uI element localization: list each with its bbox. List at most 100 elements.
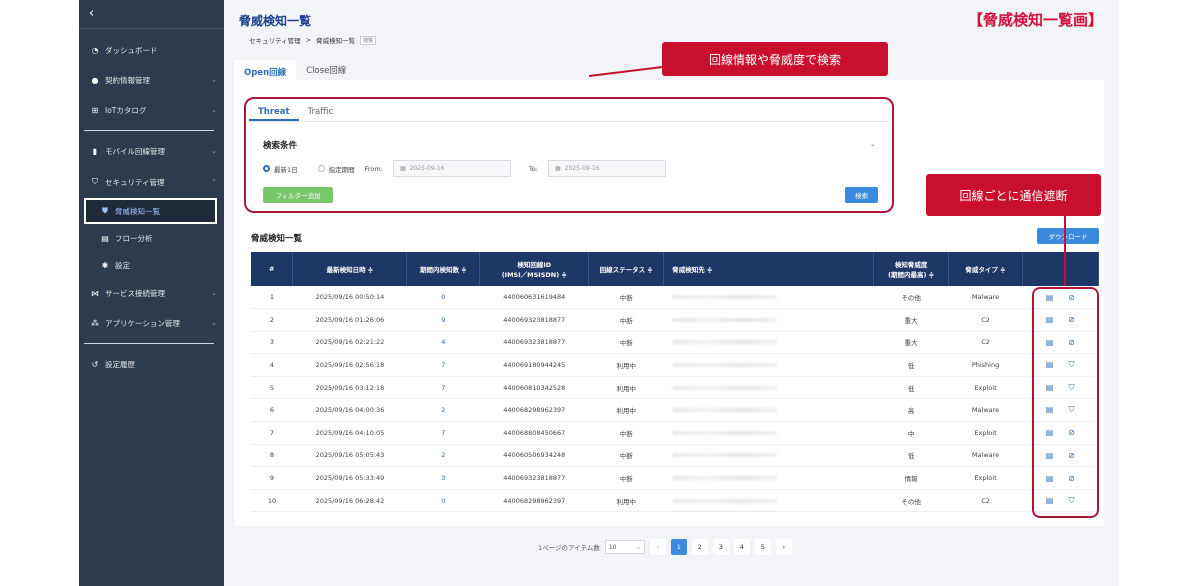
threat-level: 中: [873, 421, 949, 445]
sidebar-item-service-connection[interactable]: ⋈ サービス接続管理 ⌄: [89, 284, 217, 302]
latest-detected-time: 2025/09/16 05:33:49: [292, 466, 407, 490]
collapse-sidebar-button[interactable]: ‹: [89, 6, 94, 21]
shield-icon: ⛉: [92, 177, 98, 186]
detection-count-link[interactable]: 3: [441, 474, 445, 482]
col-header[interactable]: 最新検知日時 ≑: [292, 252, 408, 286]
callout-pointer: [1064, 214, 1066, 286]
line-id: 440069323818877: [479, 331, 589, 355]
sidebar-item-iot-catalog[interactable]: ⊞ IoTカタログ ⌄: [89, 101, 217, 119]
detection-count: 7: [406, 353, 480, 377]
redacted-destination: [671, 476, 777, 481]
page-button-4[interactable]: 4: [733, 539, 750, 555]
line-id: 440069323818877: [479, 466, 589, 490]
line-id: 440069323818877: [479, 308, 589, 332]
download-button[interactable]: ダウンロード: [1037, 228, 1099, 244]
document-icon: ▤: [101, 233, 109, 243]
sidebar-item-label: ダッシュボード: [105, 45, 158, 55]
table-row: 3 2025/09/16 02:21:22 4 440069323818877 中断 重大…: [251, 331, 1099, 355]
breadcrumb-item: 脅威検知一覧: [316, 37, 356, 45]
annotation-title: 【脅威検知一覧画】: [967, 11, 1103, 29]
threat-type: Exploit: [948, 376, 1023, 400]
detection-count: 9: [406, 308, 480, 332]
latest-detected-time: 2025/09/16 00:50:14: [292, 286, 407, 310]
detection-count-link[interactable]: 7: [441, 384, 445, 392]
redacted-destination: [671, 340, 777, 345]
sidebar-item-threat-list[interactable]: ⛊ 脅威検知一覧: [99, 202, 217, 220]
col-header[interactable]: 検知脅威度 (期間内最高) ≑: [873, 252, 950, 286]
detection-count-link[interactable]: 2: [441, 406, 445, 414]
redacted-destination: [671, 363, 777, 368]
redacted-destination: [671, 430, 777, 435]
sidebar-item-dashboard[interactable]: ◔ ダッシュボード: [89, 41, 217, 59]
breadcrumb: セキュリティ管理 > 脅威検知一覧 閲覧: [249, 35, 377, 45]
prev-page-button[interactable]: ‹: [649, 539, 666, 555]
sidebar-item-security[interactable]: ⛉ セキュリティ管理 ⌃: [89, 173, 217, 191]
sidebar-item-label: アプリケーション管理: [105, 318, 180, 328]
sidebar-item-flow-analysis[interactable]: ▤ フロー分析: [99, 229, 217, 247]
detection-count-link[interactable]: 0: [441, 497, 445, 505]
page-button-3[interactable]: 3: [712, 539, 729, 555]
threat-destination: [663, 353, 874, 377]
threat-destination: [663, 421, 874, 445]
detection-count-link[interactable]: 0: [441, 293, 445, 301]
col-header: #: [251, 252, 294, 286]
detection-count: 4: [406, 331, 480, 355]
callout-search: 回線情報や脅威度で検索: [662, 42, 888, 76]
permission-badge: 閲覧: [360, 35, 377, 45]
callout-block: 回線ごとに通信遮断: [926, 174, 1101, 216]
redacted-destination: [671, 295, 777, 300]
table-row: 2 2025/09/16 01:26:06 9 440069323818877 中断 重大…: [251, 308, 1099, 332]
sidebar-item-application[interactable]: ⁂ アプリケーション管理 ⌄: [89, 314, 217, 332]
detection-count: 0: [406, 286, 480, 310]
tab-close-line[interactable]: Close回線: [296, 60, 356, 80]
latest-detected-time: 2025/09/16 03:12:18: [292, 376, 407, 400]
page-button-1[interactable]: 1: [670, 539, 687, 555]
sidebar-item-contract[interactable]: ● 契約情報管理 ⌄: [89, 71, 218, 89]
detection-count-link[interactable]: 2: [441, 451, 445, 459]
col-header[interactable]: 脅威検知先 ≑: [663, 252, 875, 286]
gear-icon: ✱: [101, 260, 109, 270]
sidebar-item-history[interactable]: ↺ 設定履歴: [89, 355, 217, 373]
latest-detected-time: 2025/09/16 06:28:42: [292, 489, 407, 513]
table-row: 5 2025/09/16 03:12:18 7 440060810342528 利用中 低…: [251, 376, 1099, 400]
col-header[interactable]: 回線ステータス ≑: [588, 252, 665, 286]
app-window: ‹ ◔ ダッシュボード ● 契約情報管理 ⌄ ⊞ IoTカタログ ⌄ ▮ モバイ…: [79, 0, 1119, 586]
chevron-down-icon: ⌄: [211, 147, 217, 155]
per-page-select[interactable]: 10 ⌄: [604, 540, 645, 554]
table-row: 1 2025/09/16 00:50:14 0 440060631619484 中断 その…: [251, 286, 1099, 310]
threat-type: Phishing: [948, 353, 1023, 377]
col-header[interactable]: 脅威タイプ ≑: [948, 252, 1024, 286]
col-header[interactable]: 期間内検知数 ≑: [406, 252, 481, 286]
divider: [79, 28, 224, 29]
sidebar-item-label: サービス接続管理: [105, 288, 165, 298]
sidebar-item-mobile-line[interactable]: ▮ モバイル回線管理 ⌄: [89, 142, 217, 160]
detection-count-link[interactable]: 7: [441, 361, 445, 369]
row-number: 1: [251, 286, 293, 310]
col-header: [1022, 252, 1099, 286]
next-page-button[interactable]: ›: [775, 539, 792, 555]
table-header-row: # 最新検知日時 ≑ 期間内検知数 ≑ 検知回線ID (IMSI／MSISDN)…: [251, 252, 1099, 286]
threat-destination: [663, 466, 874, 490]
history-icon: ↺: [91, 359, 99, 369]
tab-open-line[interactable]: Open回線: [234, 60, 297, 80]
page-button-2[interactable]: 2: [691, 539, 708, 555]
chevron-down-icon: ⌄: [635, 543, 641, 551]
page-button-5[interactable]: 5: [754, 539, 771, 555]
detection-count-link[interactable]: 7: [441, 429, 445, 437]
breadcrumb-item[interactable]: セキュリティ管理: [249, 35, 301, 45]
threat-level: 低: [873, 444, 949, 468]
sidebar-item-settings[interactable]: ✱ 設定: [99, 256, 217, 274]
col-header[interactable]: 検知回線ID (IMSI／MSISDN) ≑: [479, 252, 590, 286]
threat-level: 低: [873, 376, 949, 400]
chevron-down-icon: ⌄: [211, 76, 217, 84]
threat-level: その他: [873, 489, 949, 513]
detection-count: 7: [406, 376, 480, 400]
row-number: 8: [251, 444, 293, 468]
line-tabs: Open回線 Close回線: [234, 60, 356, 80]
redacted-destination: [671, 453, 777, 458]
chevron-down-icon: ⌄: [211, 289, 217, 297]
line-status: 利用中: [588, 376, 664, 400]
sidebar-item-label: IoTカタログ: [105, 105, 147, 115]
detection-count-link[interactable]: 9: [441, 316, 445, 324]
detection-count-link[interactable]: 4: [441, 338, 445, 346]
